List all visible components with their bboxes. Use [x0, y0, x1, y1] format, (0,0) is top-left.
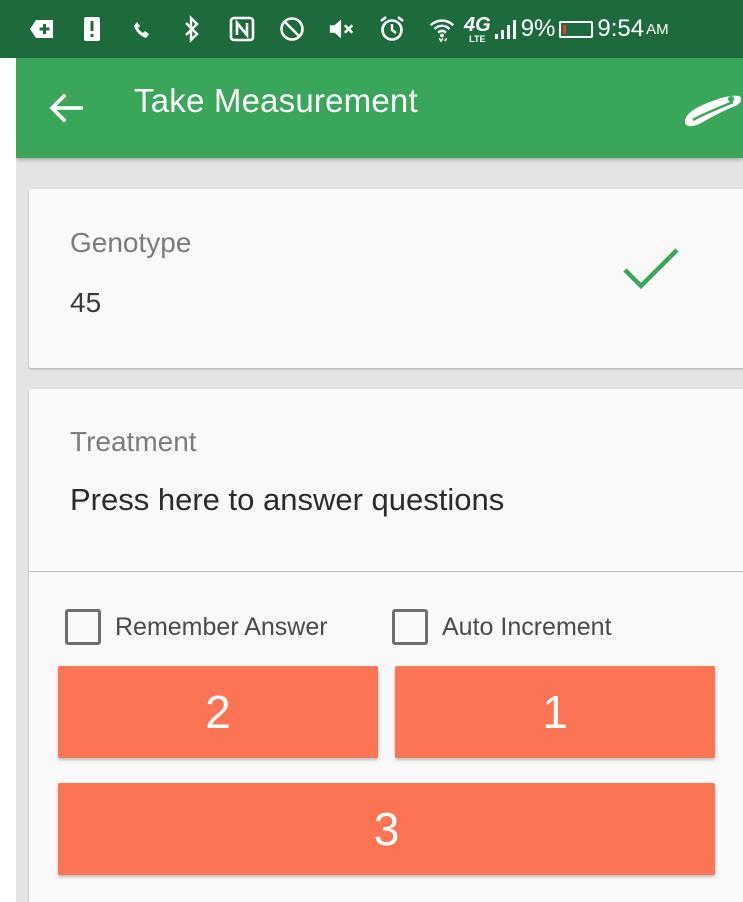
battery-percent: 9%: [520, 15, 556, 42]
back-button[interactable]: [46, 88, 86, 128]
page-title: Take Measurement: [134, 82, 418, 119]
lte-label: 4G: [464, 13, 491, 36]
clock-ampm: AM: [646, 20, 669, 38]
auto-increment-label: Auto Increment: [442, 612, 612, 641]
genotype-value: 45: [70, 287, 102, 318]
sensor-connect-button[interactable]: [681, 86, 743, 130]
auto-increment-checkbox[interactable]: [392, 609, 428, 645]
genotype-label: Genotype: [70, 227, 192, 258]
mute-icon: [328, 15, 356, 43]
bluetooth-icon: [178, 15, 206, 43]
divider: [29, 571, 743, 572]
arrow-back-icon: [49, 93, 83, 123]
answer-button-1[interactable]: 1: [395, 666, 715, 758]
auto-increment-option[interactable]: Auto Increment: [392, 609, 612, 645]
remember-answer-label: Remember Answer: [115, 612, 328, 641]
treatment-label: Treatment: [70, 426, 197, 457]
alarm-icon: [378, 15, 406, 43]
answer-questions-prompt[interactable]: Press here to answer questions: [70, 482, 504, 518]
content-area: Genotype 45 Treatment Press here to answ…: [16, 158, 743, 902]
wifi-icon: [428, 15, 456, 43]
clock-time: 9:54: [597, 15, 645, 42]
sensor-device-icon: [685, 95, 742, 127]
status-bar: 4G LTE 9% 9:54 AM: [0, 0, 743, 58]
status-indicators: 4G LTE 9% 9:54 AM: [428, 15, 669, 44]
blocked-icon: [278, 15, 306, 43]
app-bar: Take Measurement: [16, 58, 743, 158]
treatment-card: Treatment Press here to answer questions…: [29, 389, 743, 902]
lte-icon: 4G LTE: [464, 13, 491, 44]
alert-icon: [78, 15, 106, 43]
remember-answer-option[interactable]: Remember Answer: [65, 609, 328, 645]
answer-button-3[interactable]: 3: [58, 783, 715, 875]
screen: 4G LTE 9% 9:54 AM Take Measurement Genot…: [0, 0, 743, 902]
left-gutter: [0, 0, 16, 902]
signal-icon: [493, 15, 519, 43]
nfc-icon: [228, 15, 256, 43]
add-box-icon: [28, 15, 56, 43]
answer-button-2[interactable]: 2: [58, 666, 378, 758]
missed-call-icon: [128, 15, 156, 43]
check-icon: [623, 248, 679, 290]
genotype-card: Genotype 45: [29, 189, 743, 368]
battery-icon: [559, 20, 594, 38]
remember-answer-checkbox[interactable]: [65, 609, 101, 645]
